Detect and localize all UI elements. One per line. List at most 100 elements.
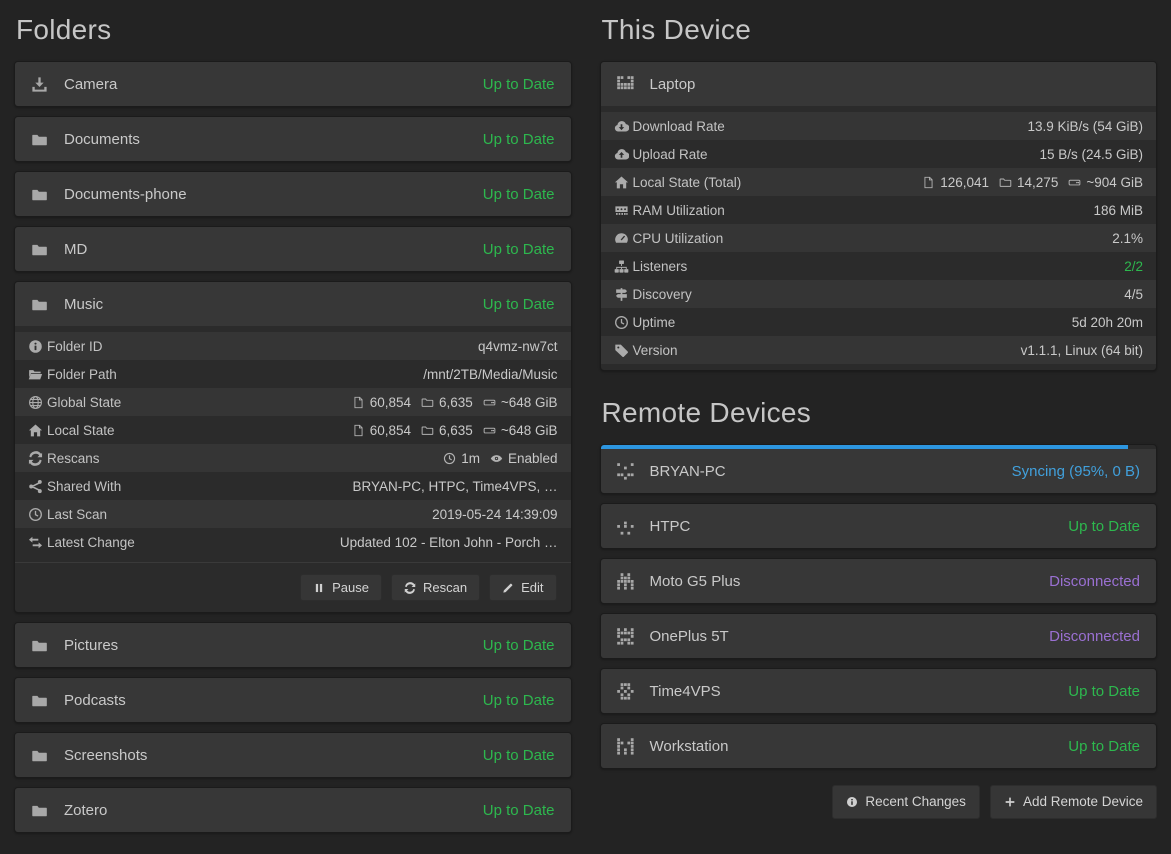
folder-name: Music bbox=[64, 296, 103, 313]
row-label: Discovery bbox=[633, 287, 692, 302]
row-value: 186 MiB bbox=[1093, 203, 1143, 218]
row-value: 2019-05-24 14:39:09 bbox=[432, 507, 557, 522]
hdd-icon bbox=[483, 424, 496, 437]
sync-icon bbox=[28, 451, 47, 466]
detail-row-rescans: Rescans1mEnabled bbox=[15, 444, 571, 472]
detail-row-local-state: Local State60,8546,635~648 GiB bbox=[15, 416, 571, 444]
folder-panel-documents: DocumentsUp to Date bbox=[14, 116, 572, 162]
folder-row-screenshots[interactable]: ScreenshotsUp to Date bbox=[15, 733, 571, 777]
pause-button[interactable]: Pause bbox=[300, 574, 382, 601]
row-label: Folder Path bbox=[47, 367, 117, 382]
device-identicon-icon bbox=[617, 683, 634, 700]
folder-panel-md: MDUp to Date bbox=[14, 226, 572, 272]
device-name: OnePlus 5T bbox=[650, 628, 729, 645]
folder-name: Documents bbox=[64, 131, 140, 148]
detail-row-latest-change: Latest Change Updated 102 - Elton John - … bbox=[15, 528, 571, 556]
row-value: 60,8546,635~648 GiB bbox=[352, 423, 558, 438]
map-signs-icon bbox=[614, 287, 633, 302]
folder-row-md[interactable]: MDUp to Date bbox=[15, 227, 571, 271]
device-identicon-icon bbox=[617, 628, 634, 645]
recent-changes-button[interactable]: Recent Changes bbox=[832, 785, 980, 819]
remote-device-panel-time4vps: Time4VPS Up to Date bbox=[600, 668, 1158, 714]
add-remote-device-button[interactable]: Add Remote Device bbox=[990, 785, 1157, 819]
syncthing-dashboard: Folders CameraUp to DateDocumentsUp to D… bbox=[0, 0, 1171, 854]
device-row-moto-g5-plus[interactable]: Moto G5 PlusDisconnected bbox=[601, 559, 1157, 603]
folder-row-music[interactable]: Music Up to Date bbox=[15, 282, 571, 326]
device-row-bryan-pc[interactable]: BRYAN-PCSyncing (95%, 0 B) bbox=[601, 449, 1157, 493]
row-label: Uptime bbox=[633, 315, 676, 330]
value-segment: ~648 GiB bbox=[483, 423, 558, 438]
value-segment: 1m bbox=[443, 451, 480, 466]
home-icon bbox=[28, 423, 47, 438]
row-label: Version bbox=[633, 343, 678, 358]
folder-row-documents-phone[interactable]: Documents-phoneUp to Date bbox=[15, 172, 571, 216]
device-row-workstation[interactable]: WorkstationUp to Date bbox=[601, 724, 1157, 768]
device-name: HTPC bbox=[650, 518, 691, 535]
row-value: v1.1.1, Linux (64 bit) bbox=[1021, 343, 1143, 358]
row-value: 4/5 bbox=[1124, 287, 1143, 302]
device-name: Time4VPS bbox=[650, 683, 721, 700]
row-label: Local State (Total) bbox=[633, 175, 742, 190]
detail-row-local-state-total: Local State (Total)126,04114,275~904 GiB bbox=[601, 168, 1157, 196]
edit-button[interactable]: Edit bbox=[489, 574, 556, 601]
row-label: Last Scan bbox=[47, 507, 107, 522]
this-device-name: Laptop bbox=[650, 76, 696, 93]
info-circle-icon bbox=[28, 339, 47, 354]
row-label: Global State bbox=[47, 395, 121, 410]
folder-row-zotero[interactable]: ZoteroUp to Date bbox=[15, 788, 571, 832]
device-row-time4vps[interactable]: Time4VPS Up to Date bbox=[601, 669, 1157, 713]
folder-status: Up to Date bbox=[483, 241, 555, 258]
row-value: 15 B/s (24.5 GiB) bbox=[1039, 147, 1143, 162]
device-row-oneplus-5t[interactable]: OnePlus 5T Disconnected bbox=[601, 614, 1157, 658]
row-value: 1m Enabled bbox=[443, 451, 557, 466]
detail-row-uptime: Uptime5d 20h 20m bbox=[601, 308, 1157, 336]
hdd-icon bbox=[1068, 176, 1081, 189]
row-label: Latest Change bbox=[47, 535, 135, 550]
this-device-header[interactable]: Laptop bbox=[601, 62, 1157, 106]
sync-icon bbox=[404, 582, 416, 594]
rescan-button[interactable]: Rescan bbox=[391, 574, 480, 601]
folder-row-pictures[interactable]: PicturesUp to Date bbox=[15, 623, 571, 667]
value-segment: ~904 GiB bbox=[1068, 175, 1143, 190]
file-icon bbox=[922, 176, 935, 189]
device-identicon-icon bbox=[617, 76, 634, 93]
bottom-actions: Recent Changes Add Remote Device bbox=[600, 785, 1158, 819]
recent-changes-label: Recent Changes bbox=[865, 795, 966, 809]
device-identicon-icon bbox=[617, 738, 634, 755]
folder-row-camera[interactable]: CameraUp to Date bbox=[15, 62, 571, 106]
exchange-icon bbox=[28, 535, 47, 550]
download-icon bbox=[31, 76, 48, 93]
pause-icon bbox=[313, 582, 325, 594]
folder-details: Folder IDq4vmz-nw7ctFolder Path/mnt/2TB/… bbox=[15, 326, 571, 562]
folder-row-podcasts[interactable]: PodcastsUp to Date bbox=[15, 678, 571, 722]
value-segment: ~648 GiB bbox=[483, 395, 558, 410]
folder-o-icon bbox=[999, 176, 1012, 189]
remote-device-panel-workstation: WorkstationUp to Date bbox=[600, 723, 1158, 769]
add-remote-device-label: Add Remote Device bbox=[1023, 795, 1143, 809]
device-status: Up to Date bbox=[1068, 683, 1140, 700]
file-icon bbox=[352, 424, 365, 437]
folder-row-documents[interactable]: DocumentsUp to Date bbox=[15, 117, 571, 161]
folder-name: Camera bbox=[64, 76, 117, 93]
file-icon bbox=[352, 396, 365, 409]
clock-icon bbox=[443, 452, 456, 465]
folder-status: Up to Date bbox=[483, 747, 555, 764]
detail-row-global-state: Global State60,8546,635~648 GiB bbox=[15, 388, 571, 416]
device-row-htpc[interactable]: HTPCUp to Date bbox=[601, 504, 1157, 548]
remote-devices-title: Remote Devices bbox=[602, 397, 1158, 429]
folder-icon bbox=[31, 802, 48, 819]
detail-row-listeners: Listeners2/2 bbox=[601, 252, 1157, 280]
folder-icon bbox=[31, 692, 48, 709]
remote-device-panel-htpc: HTPCUp to Date bbox=[600, 503, 1158, 549]
folder-icon bbox=[31, 131, 48, 148]
row-value: Updated 102 - Elton John - Porch … bbox=[340, 535, 558, 550]
eye-icon bbox=[490, 452, 503, 465]
cloud-download-icon bbox=[614, 119, 633, 134]
value-segment: Enabled bbox=[490, 451, 558, 466]
cloud-upload-icon bbox=[614, 147, 633, 162]
folder-actions: Pause Rescan Edit bbox=[15, 562, 571, 612]
value-segment: 14,275 bbox=[999, 175, 1058, 190]
folder-status: Up to Date bbox=[483, 296, 555, 313]
folders-title: Folders bbox=[16, 14, 572, 46]
device-status: Disconnected bbox=[1049, 628, 1140, 645]
